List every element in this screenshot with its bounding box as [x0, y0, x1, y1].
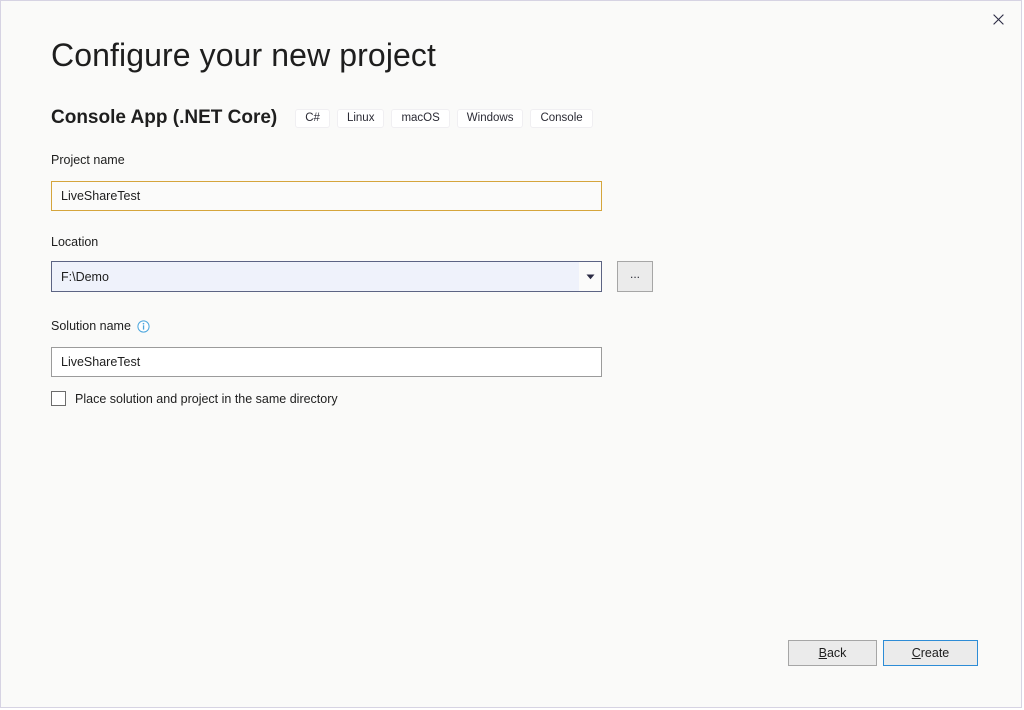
- solution-name-label-group: Solution name: [51, 319, 150, 333]
- tag-chip-linux: Linux: [336, 108, 385, 128]
- create-button-accesskey: C: [911, 646, 921, 660]
- back-button[interactable]: Back: [788, 640, 877, 666]
- solution-name-label: Solution name: [51, 319, 131, 333]
- location-label: Location: [51, 235, 99, 249]
- template-name: Console App (.NET Core): [51, 107, 278, 128]
- location-combobox[interactable]: F:\Demo: [51, 261, 602, 292]
- same-directory-checkbox-row[interactable]: Place solution and project in the same d…: [51, 391, 338, 406]
- tag-chip-macos: macOS: [391, 108, 450, 128]
- tag-chip-windows: Windows: [456, 108, 524, 128]
- back-button-accesskey: B: [818, 646, 827, 660]
- close-icon: [992, 13, 1004, 25]
- back-button-label: ack: [826, 646, 847, 660]
- location-value: F:\Demo: [61, 269, 109, 284]
- close-button[interactable]: [981, 5, 1015, 33]
- chevron-down-icon[interactable]: [579, 262, 601, 291]
- info-circle-icon[interactable]: [137, 319, 150, 333]
- template-summary: Console App (.NET Core) C# Linux macOS W…: [51, 107, 600, 129]
- project-name-input[interactable]: [51, 181, 602, 211]
- create-button-label: reate: [920, 646, 950, 660]
- page-title: Configure your new project: [51, 37, 437, 73]
- same-directory-label: Place solution and project in the same d…: [75, 391, 338, 406]
- configure-project-dialog: Configure your new project Console App (…: [0, 0, 1022, 708]
- tag-chip-language: C#: [295, 108, 330, 128]
- browse-location-button[interactable]: ...: [617, 261, 653, 292]
- same-directory-checkbox[interactable]: [51, 391, 66, 406]
- create-button[interactable]: Create: [883, 640, 978, 666]
- project-name-label: Project name: [51, 153, 125, 167]
- solution-name-input[interactable]: [51, 347, 602, 377]
- tag-chip-console: Console: [530, 108, 593, 128]
